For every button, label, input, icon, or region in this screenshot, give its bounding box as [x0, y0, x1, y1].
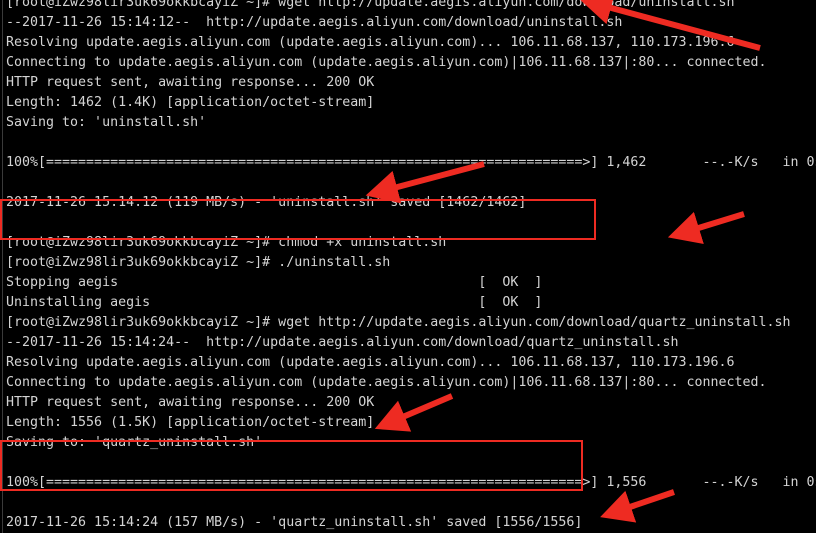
terminal-line: [root@iZwz98lir3uk69okkbcayiZ ~]# wget h…: [6, 315, 791, 330]
terminal-line: Length: 1556 (1.5K) [application/octet-s…: [6, 415, 375, 430]
terminal-line: Uninstalling aegis [ OK ]: [6, 295, 543, 310]
terminal-line: Resolving update.aegis.aliyun.com (updat…: [6, 355, 735, 370]
terminal-line: Saving to: 'uninstall.sh': [6, 115, 207, 130]
highlight-box-quartz-uninstall: [0, 440, 583, 491]
terminal-line: Stopping aegis [ OK ]: [6, 275, 543, 290]
terminal-line: Resolving update.aegis.aliyun.com (updat…: [6, 35, 735, 50]
terminal-line: Length: 1462 (1.4K) [application/octet-s…: [6, 95, 375, 110]
terminal-line: [root@iZwz98lir3uk69okkbcayiZ ~]# wget h…: [6, 0, 735, 10]
terminal-line: --2017-11-26 15:14:12-- http://update.ae…: [6, 15, 623, 30]
terminal-line: Connecting to update.aegis.aliyun.com (u…: [6, 55, 767, 70]
terminal-line: [root@iZwz98lir3uk69okkbcayiZ ~]# ./unin…: [6, 255, 391, 270]
terminal-line: HTTP request sent, awaiting response... …: [6, 75, 375, 90]
highlight-box-aegis-uninstall: [0, 199, 596, 240]
terminal-line: HTTP request sent, awaiting response... …: [6, 395, 375, 410]
terminal-line: --2017-11-26 15:14:24-- http://update.ae…: [6, 335, 679, 350]
terminal-line: 2017-11-26 15:14:24 (157 MB/s) - 'quartz…: [6, 515, 583, 530]
terminal-line: 100%[===================================…: [6, 155, 816, 170]
terminal-window[interactable]: [root@iZwz98lir3uk69okkbcayiZ ~]# wget h…: [0, 0, 816, 533]
terminal-line: Connecting to update.aegis.aliyun.com (u…: [6, 375, 767, 390]
